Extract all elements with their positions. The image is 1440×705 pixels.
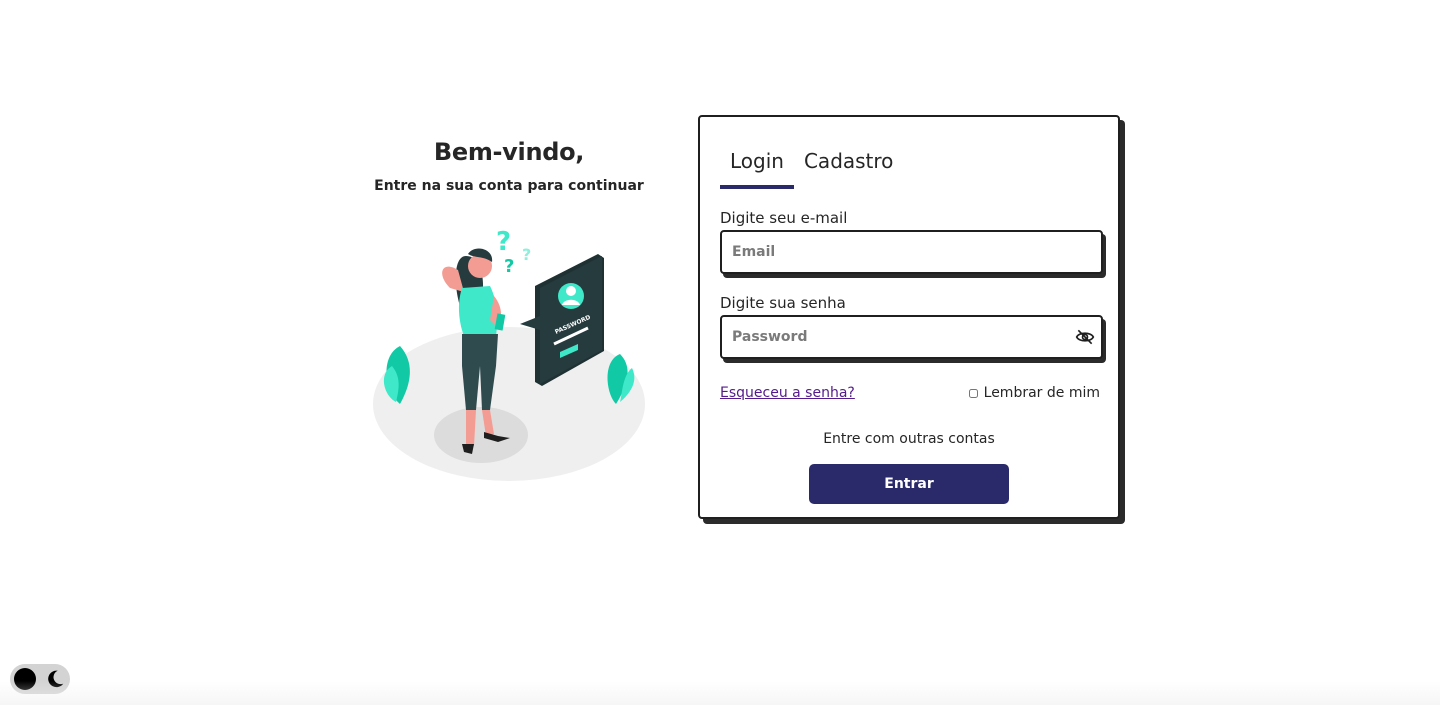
svg-text:?: ?	[522, 245, 531, 264]
email-input-wrapper	[720, 230, 1103, 274]
password-input-wrapper	[720, 315, 1103, 359]
eye-off-icon[interactable]	[1075, 327, 1095, 347]
auth-tabs: Login Cadastro	[720, 149, 903, 189]
email-label: Digite seu e-mail	[720, 209, 848, 227]
forgot-password-link[interactable]: Esqueceu a senha?	[720, 385, 855, 401]
login-submit-button[interactable]: Entrar	[809, 464, 1009, 504]
tab-cadastro[interactable]: Cadastro	[794, 149, 903, 189]
password-label: Digite sua senha	[720, 294, 846, 312]
email-input[interactable]	[722, 232, 1072, 272]
welcome-subtitle: Entre na sua conta para continuar	[374, 178, 644, 194]
other-accounts-text: Entre com outras contas	[823, 431, 995, 447]
password-illustration: PASSWORD ? ? ?	[373, 227, 645, 481]
remember-me-label: Lembrar de mim	[983, 385, 1100, 401]
remember-me-checkbox[interactable]	[968, 388, 978, 398]
password-input[interactable]	[722, 317, 1072, 357]
bottom-fade	[0, 681, 1440, 705]
auth-card: Login Cadastro Digite seu e-mail Digite …	[698, 115, 1120, 519]
welcome-section: Bem-vindo, Entre na sua conta para conti…	[360, 138, 658, 194]
svg-text:?: ?	[496, 227, 511, 257]
svg-text:?: ?	[504, 256, 514, 277]
tab-login[interactable]: Login	[720, 149, 794, 189]
remember-me[interactable]: Lembrar de mim	[968, 385, 1100, 401]
welcome-title: Bem-vindo,	[433, 138, 585, 166]
